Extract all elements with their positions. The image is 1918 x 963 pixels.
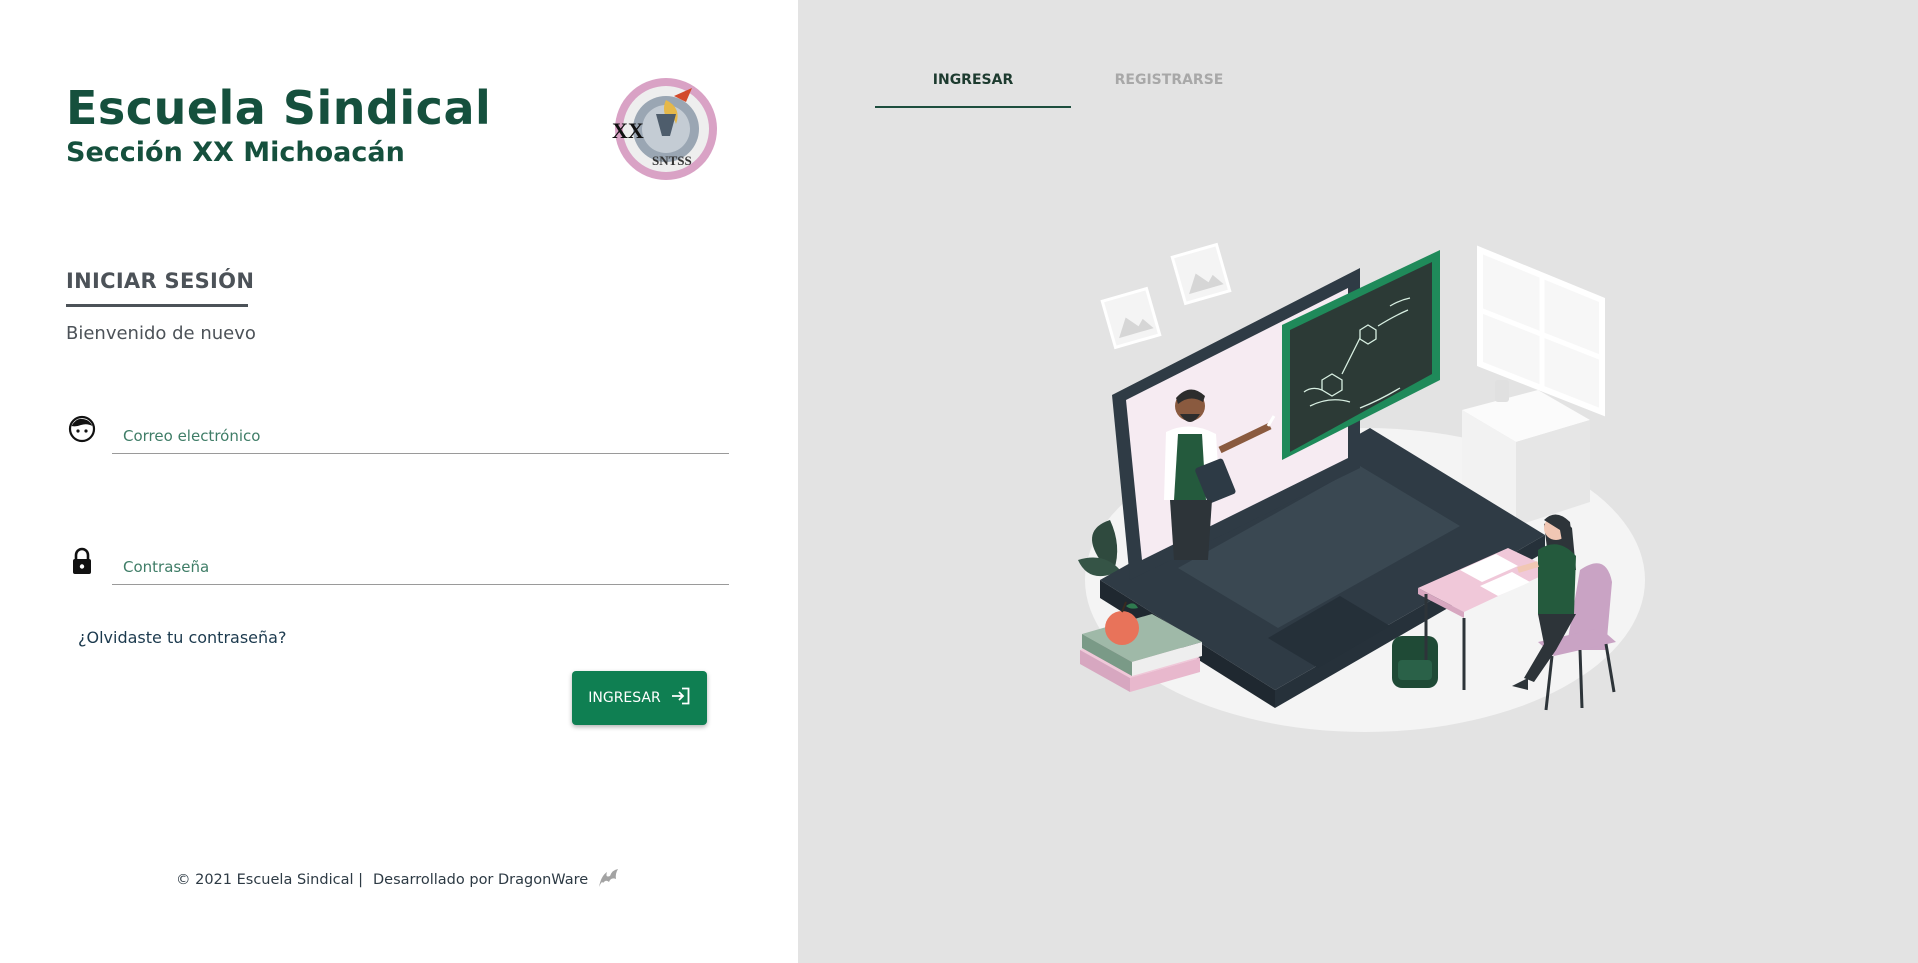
welcome-text: Bienvenido de nuevo bbox=[66, 323, 256, 344]
forgot-password-link[interactable]: ¿Olvidaste tu contraseña? bbox=[78, 626, 286, 650]
sntss-seal-logo: XX SNTSS bbox=[606, 74, 722, 184]
online-class-illustration bbox=[1060, 230, 1660, 750]
heading-underline bbox=[66, 304, 248, 307]
svg-text:XX: XX bbox=[612, 118, 644, 143]
footer: © 2021 Escuela Sindical | Desarrollado p… bbox=[176, 868, 620, 892]
svg-text:SNTSS: SNTSS bbox=[652, 153, 692, 168]
email-field[interactable] bbox=[112, 418, 729, 454]
tab-ingresar[interactable]: INGRESAR bbox=[875, 62, 1071, 108]
footer-developer: Desarrollado por DragonWare bbox=[372, 872, 589, 888]
face-icon bbox=[68, 414, 96, 444]
dragon-icon bbox=[596, 867, 620, 893]
footer-copyright: © 2021 Escuela Sindical | bbox=[176, 872, 363, 888]
password-field[interactable] bbox=[112, 549, 729, 585]
login-button-label: INGRESAR bbox=[588, 690, 661, 706]
tab-registrarse[interactable]: REGISTRARSE bbox=[1071, 62, 1267, 106]
login-heading: INICIAR SESIÓN bbox=[66, 269, 255, 293]
login-panel: Escuela Sindical Sección XX Michoacán XX… bbox=[0, 0, 798, 963]
login-button[interactable]: INGRESAR bbox=[572, 671, 707, 725]
lock-icon bbox=[68, 546, 96, 576]
brand-title: Escuela Sindical bbox=[66, 81, 492, 135]
login-arrow-icon bbox=[671, 687, 691, 709]
brand-subtitle: Sección XX Michoacán bbox=[66, 137, 405, 168]
